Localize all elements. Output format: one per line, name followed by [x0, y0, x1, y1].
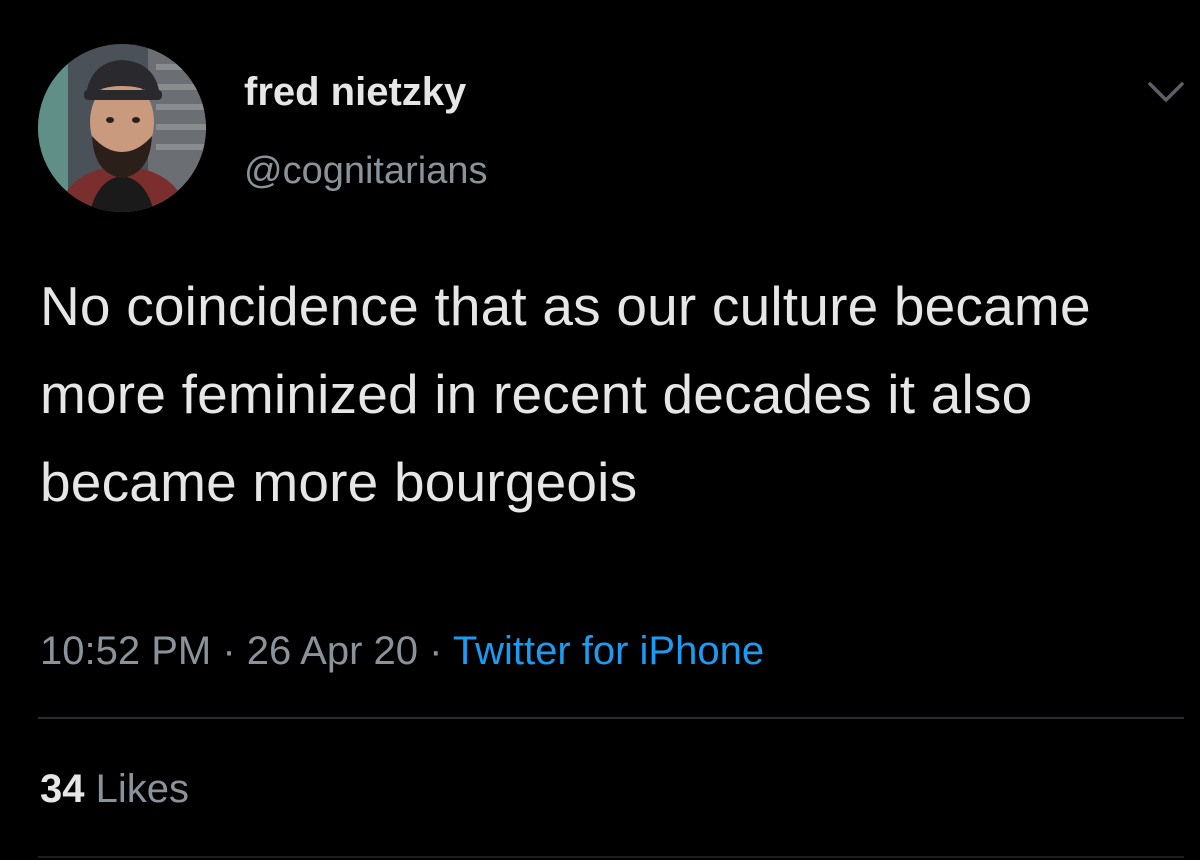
- tweet-text: No coincidence that as our culture becam…: [40, 275, 1091, 513]
- divider: [38, 717, 1184, 719]
- tweet-time[interactable]: 10:52 PM: [40, 629, 211, 673]
- meta-separator: ·: [418, 629, 453, 673]
- meta-separator: ·: [211, 629, 247, 673]
- tweet-meta: 10:52 PM · 26 Apr 20 · Twitter for iPhon…: [40, 626, 764, 676]
- avatar-image: [38, 44, 206, 212]
- author-display-name[interactable]: fred nietzky: [244, 68, 466, 116]
- chevron-down-icon[interactable]: [1146, 80, 1186, 104]
- tweet-source-link[interactable]: Twitter for iPhone: [453, 629, 764, 673]
- avatar[interactable]: [38, 44, 206, 212]
- likes-count: 34: [40, 767, 85, 811]
- author-handle[interactable]: @cognitarians: [244, 148, 487, 194]
- tweet-card: fred nietzky @cognitarians No coincidenc…: [0, 0, 1200, 860]
- bottom-divider: [38, 856, 1184, 858]
- tweet-date[interactable]: 26 Apr 20: [247, 629, 418, 673]
- likes-label: Likes: [84, 767, 189, 811]
- likes-stat[interactable]: 34 Likes: [40, 764, 189, 814]
